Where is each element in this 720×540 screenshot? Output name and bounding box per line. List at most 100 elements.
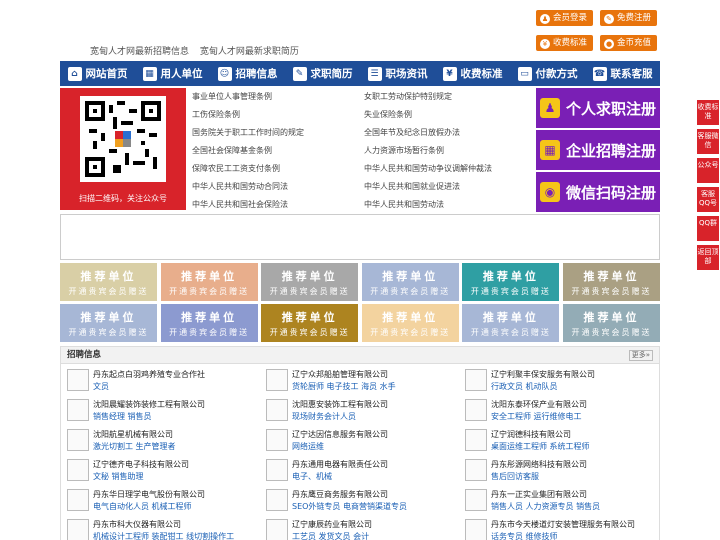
job-positions[interactable]: 电气自动化人员 机械工程师 <box>93 501 192 512</box>
company-name[interactable]: 沈阳惠安装饰工程有限公司 <box>292 399 388 410</box>
job-item[interactable]: 丹东起点白羽鸡养殖专业合作社 文员 <box>61 367 256 395</box>
job-item[interactable]: 丹东鹰豆商务服务有限公司 SEO外链专员 电商营销渠道专员 <box>260 487 455 515</box>
banner-image[interactable] <box>60 214 660 260</box>
law-link[interactable]: 中华人民共和国社会保险法 <box>192 199 288 210</box>
job-item[interactable]: 沈阳航星机械有限公司 激光切割工 生产管理者 <box>61 427 256 455</box>
law-link[interactable]: 工伤保险条例 <box>192 109 240 120</box>
latest-resumes-link[interactable]: 宽甸人才网最新求职简历 <box>200 47 299 57</box>
job-positions[interactable]: 现场财务会计人员 <box>292 411 356 422</box>
company-name[interactable]: 辽宁达因信息服务有限公司 <box>292 429 388 440</box>
company-name[interactable]: 沈阳航星机械有限公司 <box>93 429 173 440</box>
job-item[interactable]: 丹东市科大仪器有限公司 机械设计工程师 装配钳工 线切割操作工 <box>61 517 256 540</box>
company-name[interactable]: 辽宁润德科技有限公司 <box>491 429 571 440</box>
job-item[interactable]: 辽宁德齐电子科技有限公司 文秘 销售助理 <box>61 457 256 485</box>
job-positions[interactable]: SEO外链专员 电商营销渠道专员 <box>292 501 407 512</box>
law-link[interactable]: 事业单位人事管理条例 <box>192 91 272 102</box>
job-positions[interactable]: 电子、机械 <box>292 471 332 482</box>
job-positions[interactable]: 货轮厨师 电子技工 海员 水手 <box>292 381 396 392</box>
recommend-tile[interactable]: 推荐单位 开通贵宾会员赠送 <box>361 304 459 342</box>
pricing-button[interactable]: ¥ 收费标准 <box>536 35 594 51</box>
job-positions[interactable]: 文员 <box>93 381 109 392</box>
company-name[interactable]: 辽宁康辰药业有限公司 <box>292 519 372 530</box>
nav-resumes[interactable]: ✎ 求职简历 <box>285 66 360 81</box>
job-positions[interactable]: 销售经理 销售员 <box>93 411 152 422</box>
side-qq-group[interactable]: QQ群 <box>697 216 719 241</box>
job-item[interactable]: 辽宁康辰药业有限公司 工艺员 发货文员 会计 <box>260 517 455 540</box>
latest-jobs-link[interactable]: 宽甸人才网最新招聘信息 <box>90 47 189 57</box>
law-link[interactable]: 女职工劳动保护特别规定 <box>364 91 452 102</box>
job-item[interactable]: 辽宁众邦船舶管理有限公司 货轮厨师 电子技工 海员 水手 <box>260 367 455 395</box>
recommend-tile[interactable]: 推荐单位 开通贵宾会员赠送 <box>462 263 560 301</box>
job-item[interactable]: 辽宁利聚丰保安服务有限公司 行政文员 机动队员 <box>459 367 654 395</box>
job-positions[interactable]: 激光切割工 生产管理者 <box>93 441 176 452</box>
job-item[interactable]: 沈阳东泰环保产业有限公司 安全工程师 运行维修电工 <box>459 397 654 425</box>
job-positions[interactable]: 机械设计工程师 装配钳工 线切割操作工 <box>93 531 234 540</box>
company-name[interactable]: 丹东市今天楼道灯安装管理服务有限公司 <box>491 519 635 530</box>
recommend-tile[interactable]: 推荐单位 开通贵宾会员赠送 <box>160 263 258 301</box>
job-positions[interactable]: 网络运维 <box>292 441 324 452</box>
recommend-tile[interactable]: 推荐单位 开通贵宾会员赠送 <box>563 263 660 301</box>
job-positions[interactable]: 工艺员 发货文员 会计 <box>292 531 369 540</box>
law-link[interactable]: 失业保险条例 <box>364 109 412 120</box>
company-name[interactable]: 丹东鹰豆商务服务有限公司 <box>292 489 388 500</box>
recommend-tile[interactable]: 推荐单位 开通贵宾会员赠送 <box>261 263 359 301</box>
recommend-tile[interactable]: 推荐单位 开通贵宾会员赠送 <box>563 304 660 342</box>
recharge-button[interactable]: ● 金币充值 <box>600 35 658 51</box>
job-item[interactable]: 沈阳惠安装饰工程有限公司 现场财务会计人员 <box>260 397 455 425</box>
job-item[interactable]: 丹东彤源网络科技有限公司 售后回访客服 <box>459 457 654 485</box>
law-link[interactable]: 全国社会保障基金条例 <box>192 145 272 156</box>
law-link[interactable]: 中华人民共和国就业促进法 <box>364 181 460 192</box>
law-link[interactable]: 国务院关于职工工作时间的规定 <box>192 127 304 138</box>
company-name[interactable]: 辽宁利聚丰保安服务有限公司 <box>491 369 595 380</box>
company-name[interactable]: 沈阳晨耀装饰装修工程有限公司 <box>93 399 205 410</box>
job-item[interactable]: 辽宁润德科技有限公司 桌面运维工程师 系统工程师 <box>459 427 654 455</box>
law-link[interactable]: 中华人民共和国劳动法 <box>364 199 444 210</box>
recommend-tile[interactable]: 推荐单位 开通贵宾会员赠送 <box>60 304 157 342</box>
nav-contact[interactable]: ☎ 联系客服 <box>585 66 660 81</box>
nav-home[interactable]: ⌂ 网站首页 <box>60 66 135 81</box>
company-name[interactable]: 丹东起点白羽鸡养殖专业合作社 <box>93 369 205 380</box>
recommend-tile[interactable]: 推荐单位 开通贵宾会员赠送 <box>60 263 157 301</box>
job-positions[interactable]: 售后回访客服 <box>491 471 539 482</box>
job-item[interactable]: 丹东市今天楼道灯安装管理服务有限公司 话务专员 维修技师 <box>459 517 654 540</box>
company-name[interactable]: 丹东市科大仪器有限公司 <box>93 519 181 530</box>
register-wechat-button[interactable]: ◉ 微信扫码注册 <box>536 172 660 212</box>
more-link[interactable]: 更多» <box>628 350 653 361</box>
law-link[interactable]: 中华人民共和国劳动合同法 <box>192 181 288 192</box>
recommend-tile[interactable]: 推荐单位 开通贵宾会员赠送 <box>462 304 560 342</box>
job-item[interactable]: 沈阳晨耀装饰装修工程有限公司 销售经理 销售员 <box>61 397 256 425</box>
recommend-tile[interactable]: 推荐单位 开通贵宾会员赠送 <box>160 304 258 342</box>
law-link[interactable]: 保障农民工工资支付条例 <box>192 163 280 174</box>
law-link[interactable]: 中华人民共和国劳动争议调解仲裁法 <box>364 163 492 174</box>
nav-employers[interactable]: ▦ 用人单位 <box>135 66 210 81</box>
recommend-tile[interactable]: 推荐单位 开通贵宾会员赠送 <box>261 304 359 342</box>
login-button[interactable]: ♟ 会员登录 <box>536 10 594 26</box>
nav-payment[interactable]: ▭ 付款方式 <box>510 66 585 81</box>
side-qq[interactable]: 客服QQ号 <box>697 187 719 212</box>
law-link[interactable]: 全国年节及纪念日放假办法 <box>364 127 460 138</box>
company-name[interactable]: 丹东一正实业集团有限公司 <box>491 489 587 500</box>
law-link[interactable]: 人力资源市场暂行条例 <box>364 145 444 156</box>
job-item[interactable]: 辽宁达因信息服务有限公司 网络运维 <box>260 427 455 455</box>
side-wechat[interactable]: 客服微信 <box>697 129 719 154</box>
job-positions[interactable]: 桌面运维工程师 系统工程师 <box>491 441 590 452</box>
company-name[interactable]: 辽宁德齐电子科技有限公司 <box>93 459 189 470</box>
register-button[interactable]: ✎ 免费注册 <box>600 10 658 26</box>
nav-pricing[interactable]: ¥ 收费标准 <box>435 66 510 81</box>
job-positions[interactable]: 安全工程师 运行维修电工 <box>491 411 582 422</box>
job-positions[interactable]: 行政文员 机动队员 <box>491 381 558 392</box>
side-pricing[interactable]: 收费标准 <box>697 100 719 125</box>
company-name[interactable]: 沈阳东泰环保产业有限公司 <box>491 399 587 410</box>
job-item[interactable]: 丹东一正实业集团有限公司 销售人员 人力资源专员 销售员 <box>459 487 654 515</box>
company-name[interactable]: 辽宁众邦船舶管理有限公司 <box>292 369 388 380</box>
job-item[interactable]: 丹东华日理学电气股份有限公司 电气自动化人员 机械工程师 <box>61 487 256 515</box>
company-name[interactable]: 丹东通用电器有限责任公司 <box>292 459 388 470</box>
register-jobseeker-button[interactable]: ♟ 个人求职注册 <box>536 88 660 128</box>
register-employer-button[interactable]: ▦ 企业招聘注册 <box>536 130 660 170</box>
job-item[interactable]: 丹东通用电器有限责任公司 电子、机械 <box>260 457 455 485</box>
company-name[interactable]: 丹东彤源网络科技有限公司 <box>491 459 587 470</box>
nav-jobs[interactable]: ☺ 招聘信息 <box>210 66 285 81</box>
company-name[interactable]: 丹东华日理学电气股份有限公司 <box>93 489 205 500</box>
side-official[interactable]: 公众号 <box>697 158 719 183</box>
job-positions[interactable]: 话务专员 维修技师 <box>491 531 558 540</box>
